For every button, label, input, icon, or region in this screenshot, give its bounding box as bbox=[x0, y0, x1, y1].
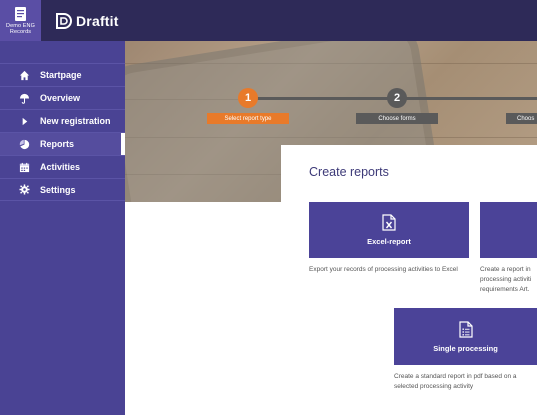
card-label: Single processing bbox=[433, 343, 498, 353]
wizard-step-label-3: Choos bbox=[506, 113, 537, 124]
sidebar-item-new-registration[interactable]: New registration bbox=[0, 109, 125, 132]
wizard-step-1[interactable]: 1 bbox=[238, 88, 258, 108]
wizard-step-2[interactable]: 2 bbox=[387, 88, 407, 108]
document-list-icon bbox=[458, 320, 473, 338]
single-processing-description: Create a standard report in pdf based on… bbox=[394, 373, 517, 390]
wizard-step-label-2: Choose forms bbox=[356, 113, 438, 124]
sidebar-item-label: Settings bbox=[40, 184, 76, 195]
pie-chart-icon bbox=[18, 138, 30, 150]
page-title: Create reports bbox=[309, 165, 389, 179]
organization-switcher[interactable]: Demo ENG Records bbox=[0, 0, 41, 41]
sidebar-item-label: Startpage bbox=[40, 70, 82, 80]
umbrella-icon bbox=[18, 92, 30, 104]
logo-text: Draftit bbox=[76, 12, 119, 29]
sidebar-item-label: Reports bbox=[40, 139, 75, 149]
sidebar: Startpage Overview New registration Repo… bbox=[0, 41, 125, 415]
report-card-partial-description: Create a report in processing activiti r… bbox=[480, 266, 532, 293]
gear-icon bbox=[18, 184, 30, 196]
single-processing-card[interactable]: Single processing bbox=[394, 308, 537, 365]
play-icon bbox=[18, 115, 30, 127]
document-icon bbox=[15, 7, 26, 21]
home-icon bbox=[18, 69, 30, 81]
sidebar-item-label: New registration bbox=[40, 116, 111, 126]
wizard-step-label-1: Select report type bbox=[207, 113, 289, 124]
top-bar: Demo ENG Records Draftit bbox=[0, 0, 537, 41]
sidebar-item-label: Overview bbox=[40, 93, 81, 103]
sidebar-item-startpage[interactable]: Startpage bbox=[0, 63, 125, 86]
card-label: Excel-report bbox=[367, 237, 411, 246]
excel-report-description: Export your records of processing activi… bbox=[309, 266, 458, 273]
sidebar-item-overview[interactable]: Overview bbox=[0, 86, 125, 109]
report-card-partial[interactable] bbox=[480, 202, 537, 258]
calendar-icon bbox=[18, 161, 30, 173]
sidebar-item-label: Activities bbox=[40, 162, 81, 172]
draftit-logo-icon bbox=[56, 12, 72, 29]
sidebar-item-reports[interactable]: Reports bbox=[0, 132, 125, 155]
organization-name: Demo ENG Records bbox=[6, 23, 35, 35]
draftit-logo[interactable]: Draftit bbox=[54, 11, 119, 30]
excel-file-icon bbox=[382, 214, 396, 231]
sidebar-item-settings[interactable]: Settings bbox=[0, 178, 125, 201]
excel-report-card[interactable]: Excel-report bbox=[309, 202, 469, 258]
sidebar-item-activities[interactable]: Activities bbox=[0, 155, 125, 178]
